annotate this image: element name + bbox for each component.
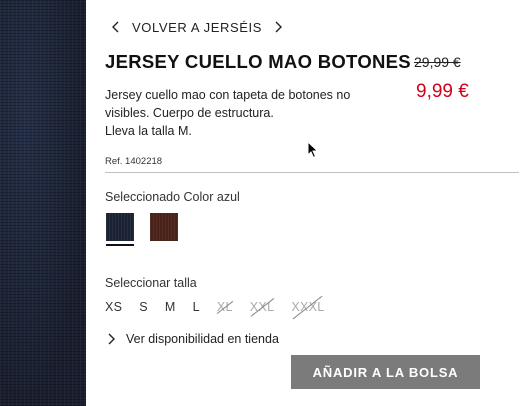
product-reference: Ref. 1402218 [105,156,163,167]
color-swatch-azul[interactable] [106,213,134,241]
original-price: 29,99 € [414,54,461,70]
chevron-left-icon[interactable] [110,21,122,33]
divider [105,172,519,173]
size-option-s[interactable]: S [139,300,148,314]
back-to-category-link[interactable]: VOLVER A JERSÉIS [132,20,262,35]
size-option-xl: XL [216,300,233,314]
store-availability-label: Ver disponibilidad en tienda [126,332,279,346]
size-option-xs[interactable]: XS [105,300,122,314]
breadcrumb-nav: VOLVER A JERSÉIS [110,17,284,37]
size-option-xxl: XXL [249,300,275,314]
selected-swatch-indicator [106,244,134,246]
description-line: Lleva la talla M. [105,124,192,138]
size-options: XS S M L XL XXL XXXL [105,298,342,316]
add-to-bag-button[interactable]: AÑADIR A LA BOLSA [291,355,480,389]
product-image [0,0,86,406]
size-option-l[interactable]: L [193,300,200,314]
size-select-label: Seleccionar talla [105,276,197,290]
description-line: Jersey cuello mao con tapeta de botones … [105,88,351,102]
store-availability-link[interactable]: Ver disponibilidad en tienda [105,331,279,347]
sale-price: 9,99 € [416,81,469,102]
selected-color-label: Seleccionado Color azul [105,190,240,204]
chevron-right-icon[interactable] [272,21,284,33]
size-option-xxxl: XXXL [291,300,325,314]
color-swatch-marron[interactable] [150,213,178,241]
product-title: JERSEY CUELLO MAO BOTONES [105,51,411,72]
product-description: Jersey cuello mao con tapeta de botones … [105,86,395,140]
size-option-m[interactable]: M [165,300,176,314]
description-line: visibles. Cuerpo de estructura. [105,106,274,120]
mouse-cursor-icon [307,141,319,159]
chevron-right-icon [105,333,117,345]
